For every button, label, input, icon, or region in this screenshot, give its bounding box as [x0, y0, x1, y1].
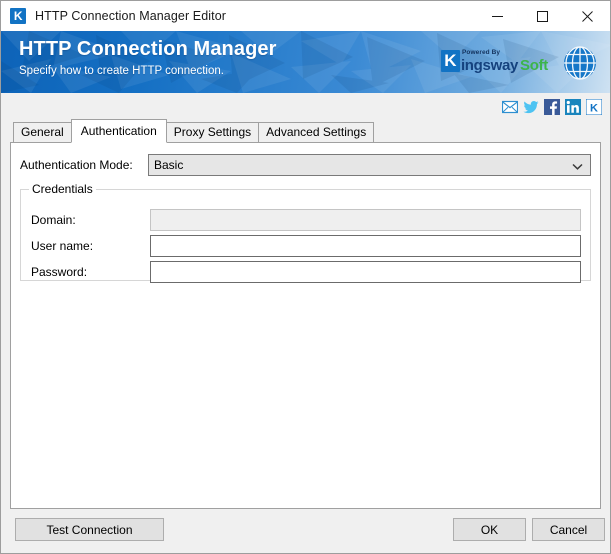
svg-text:K: K: [590, 102, 598, 114]
app-icon: K: [10, 8, 26, 24]
banner-subtitle: Specify how to create HTTP connection.: [19, 65, 224, 77]
authentication-mode-label: Authentication Mode:: [20, 158, 133, 172]
social-links-bar: K: [1, 93, 610, 120]
credentials-group: Credentials Domain: User name: Password:: [20, 182, 591, 283]
kingswaysoft-k-mark: K: [440, 50, 460, 72]
domain-row: Domain:: [31, 209, 581, 231]
authentication-mode-row: Authentication Mode: Basic: [20, 154, 591, 176]
ok-button[interactable]: OK: [453, 518, 526, 541]
tab-general[interactable]: General: [13, 122, 72, 142]
domain-input: [150, 209, 581, 231]
authentication-mode-value: Basic: [154, 158, 184, 172]
kingswaysoft-name-part1: ingsway: [460, 56, 519, 74]
http-connection-manager-editor-window: K HTTP Connection Manager Editor HTTP Co…: [0, 0, 611, 554]
banner-title: HTTP Connection Manager: [19, 38, 277, 60]
username-row: User name:: [31, 235, 581, 257]
close-icon: [582, 10, 593, 22]
authentication-tab-panel: Authentication Mode: Basic Credentials D…: [10, 142, 601, 509]
username-label: User name:: [31, 239, 94, 253]
globe-icon: [564, 46, 596, 80]
password-row: Password:: [31, 261, 581, 283]
domain-label: Domain:: [31, 213, 76, 227]
header-banner: HTTP Connection Manager Specify how to c…: [1, 31, 610, 93]
tab-control: General Authentication Proxy Settings Ad…: [10, 119, 601, 509]
window-controls: [475, 1, 610, 31]
cancel-button[interactable]: Cancel: [532, 518, 605, 541]
credentials-group-title: Credentials: [29, 182, 96, 196]
username-input[interactable]: [150, 235, 581, 257]
tab-authentication[interactable]: Authentication: [70, 119, 167, 143]
authentication-mode-select[interactable]: Basic: [148, 154, 591, 176]
close-button[interactable]: [565, 1, 610, 31]
kingswaysoft-name: ingsway Soft: [461, 58, 548, 73]
kingswaysoft-icon[interactable]: K: [586, 98, 602, 115]
password-input[interactable]: [150, 261, 581, 283]
test-connection-button[interactable]: Test Connection: [15, 518, 164, 541]
title-bar: K HTTP Connection Manager Editor: [1, 1, 610, 31]
maximize-icon: [537, 10, 548, 22]
kingswaysoft-name-part2: Soft: [520, 56, 548, 74]
facebook-icon[interactable]: [544, 98, 560, 115]
window-title: HTTP Connection Manager Editor: [35, 9, 227, 23]
tab-advanced-settings[interactable]: Advanced Settings: [258, 122, 375, 142]
minimize-button[interactable]: [475, 1, 520, 31]
kingswaysoft-wordmark: Powered By ingsway Soft: [461, 47, 548, 73]
email-icon[interactable]: [502, 99, 518, 115]
linkedin-icon[interactable]: [565, 98, 581, 115]
minimize-icon: [492, 15, 503, 17]
maximize-button[interactable]: [520, 1, 565, 31]
dialog-footer: Test Connection OK Cancel: [1, 509, 610, 553]
banner-text-block: HTTP Connection Manager Specify how to c…: [19, 36, 277, 79]
tab-proxy-settings[interactable]: Proxy Settings: [165, 122, 260, 142]
twitter-icon[interactable]: [523, 99, 539, 115]
password-label: Password:: [31, 265, 88, 279]
kingswaysoft-logo: K Powered By ingsway Soft: [440, 47, 548, 77]
tab-strip: General Authentication Proxy Settings Ad…: [10, 119, 601, 143]
chevron-down-icon: [572, 155, 583, 177]
kingswaysoft-k-icon: K: [10, 8, 26, 24]
